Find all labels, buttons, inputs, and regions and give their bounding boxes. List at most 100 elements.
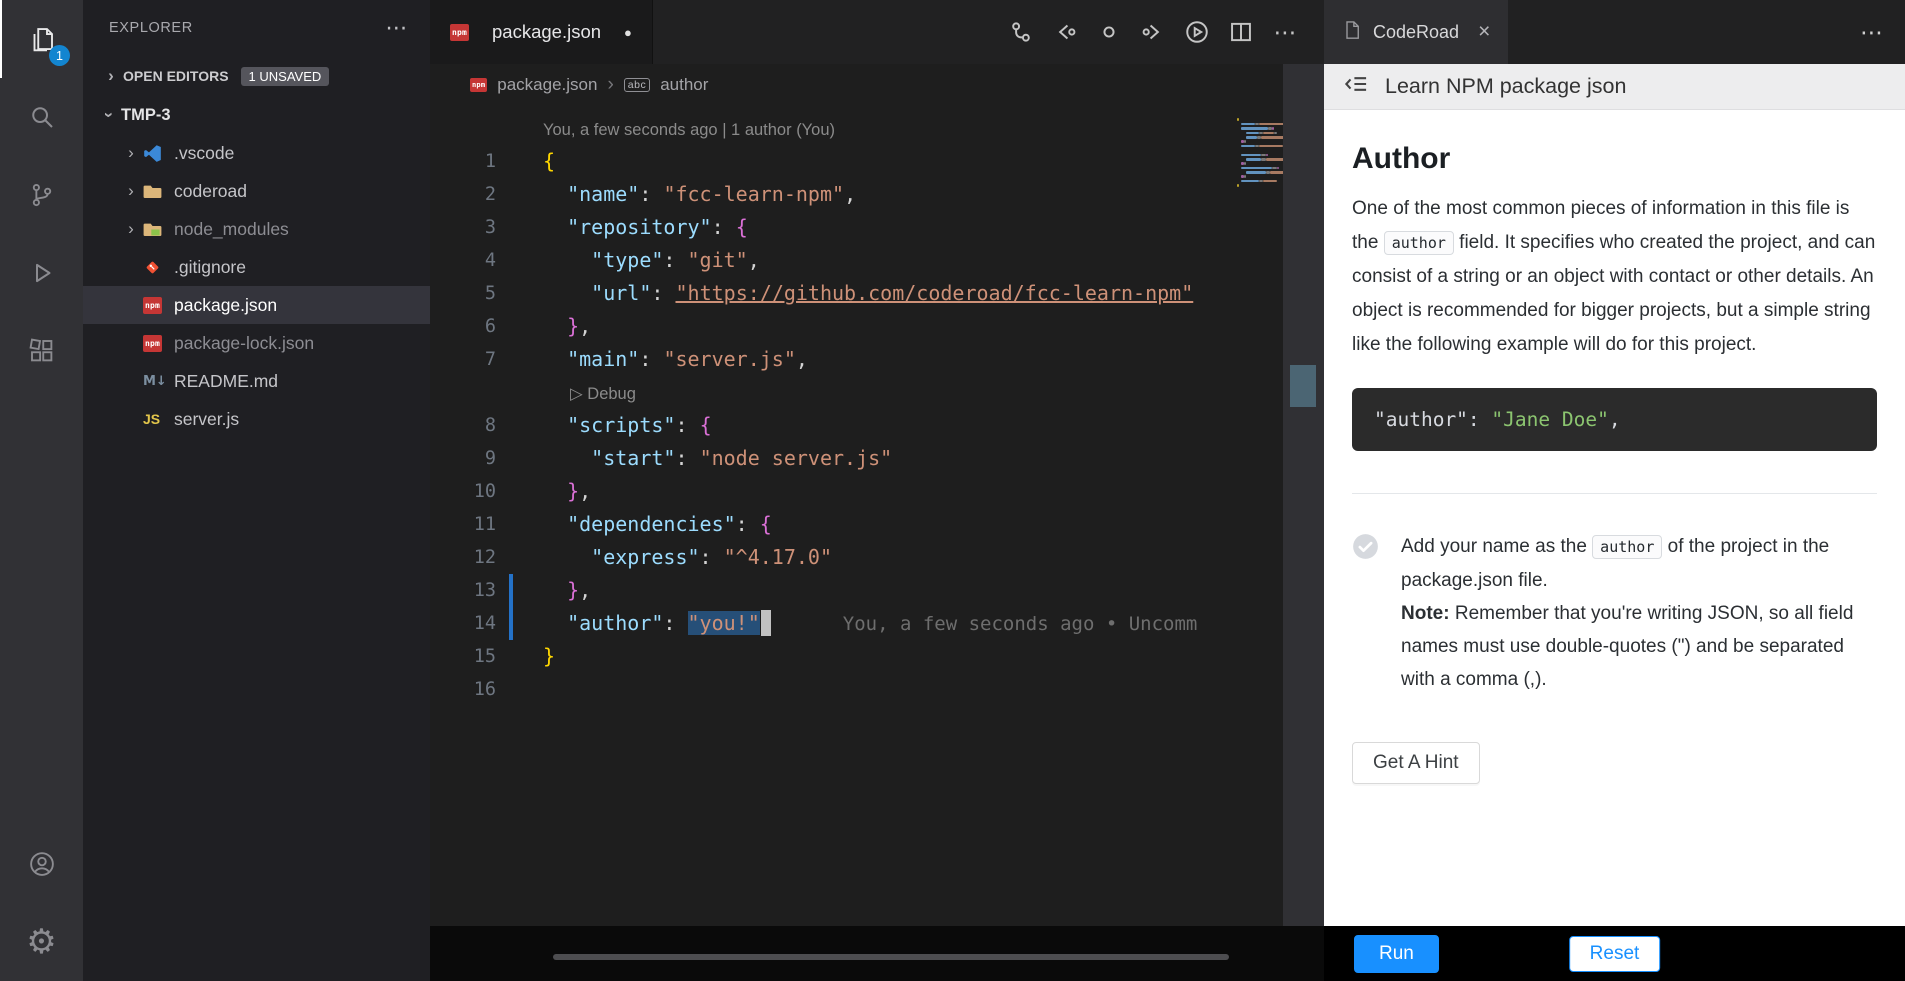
code-token: { bbox=[760, 512, 772, 536]
code-line-16[interactable]: 16 bbox=[430, 673, 1283, 706]
line-number: 11 bbox=[430, 508, 496, 541]
minimap-mark bbox=[1244, 140, 1246, 143]
minimap-mark bbox=[1261, 154, 1265, 157]
menu-back-icon[interactable] bbox=[1344, 71, 1370, 102]
folder-npm-icon bbox=[143, 220, 174, 239]
tree-item-vscode[interactable]: ›.vscode bbox=[83, 134, 430, 172]
minimap-mark bbox=[1263, 180, 1276, 183]
step-back-icon[interactable] bbox=[1048, 15, 1082, 49]
code-line-15[interactable]: 15} bbox=[430, 640, 1283, 673]
code-line-12[interactable]: 12 "express": "^4.17.0" bbox=[430, 541, 1283, 574]
inline-blame: You, a few seconds ago • Uncomm bbox=[843, 613, 1198, 635]
close-icon[interactable]: × bbox=[1478, 20, 1490, 44]
sidebar-more-icon[interactable]: ⋯ bbox=[385, 15, 408, 41]
code-line-13[interactable]: 13 }, bbox=[430, 574, 1283, 607]
activity-bar: 1 ⚙ bbox=[0, 0, 83, 981]
tab-package-json[interactable]: npm package.json ● bbox=[430, 0, 653, 64]
code-token: : bbox=[675, 446, 699, 470]
minimap-mark bbox=[1266, 158, 1283, 161]
code-token: "git" bbox=[688, 248, 748, 272]
panel-more-icon[interactable]: ⋯ bbox=[1860, 19, 1905, 46]
minimap-mark bbox=[1246, 136, 1257, 139]
breakpoint-icon[interactable] bbox=[1092, 15, 1126, 49]
lesson-body: Author One of the most common pieces of … bbox=[1324, 110, 1905, 926]
search-icon bbox=[27, 102, 57, 132]
code-line-7[interactable]: 7 "main": "server.js", bbox=[430, 343, 1283, 376]
modified-gutter-indicator bbox=[509, 607, 513, 640]
horizontal-scrollbar[interactable] bbox=[553, 954, 1229, 960]
code-token: } bbox=[567, 479, 579, 503]
tree-item-readme-md[interactable]: M↓README.md bbox=[83, 362, 430, 400]
code-line-2[interactable]: 2 "name": "fcc-learn-npm", bbox=[430, 178, 1283, 211]
code-token: : bbox=[1468, 408, 1491, 431]
code-line-1[interactable]: 1{ bbox=[430, 145, 1283, 178]
split-editor-icon[interactable] bbox=[1224, 15, 1258, 49]
code-line-3[interactable]: 3 "repository": { bbox=[430, 211, 1283, 244]
tree-item-coderoad[interactable]: ›coderoad bbox=[83, 172, 430, 210]
editor-scrollbar[interactable] bbox=[1283, 64, 1324, 926]
minimap[interactable] bbox=[1237, 114, 1283, 193]
minimap-mark bbox=[1244, 162, 1246, 165]
minimap-mark bbox=[1272, 167, 1276, 170]
debug-codelens[interactable]: ▷ Debug bbox=[570, 385, 636, 403]
code-line-8[interactable]: 8 "scripts": { bbox=[430, 409, 1283, 442]
code-token bbox=[543, 446, 591, 470]
activity-run-debug[interactable] bbox=[0, 234, 83, 312]
activity-extensions[interactable] bbox=[0, 312, 83, 390]
code-line-11[interactable]: 11 "dependencies": { bbox=[430, 508, 1283, 541]
code-token bbox=[543, 215, 567, 239]
step-forward-icon[interactable] bbox=[1136, 15, 1170, 49]
activity-search[interactable] bbox=[0, 78, 83, 156]
activity-source-control[interactable] bbox=[0, 156, 83, 234]
activity-accounts[interactable] bbox=[0, 825, 83, 903]
explorer-badge: 1 bbox=[49, 45, 70, 66]
code-token: "fcc-learn-npm" bbox=[663, 182, 844, 206]
run-circle-icon[interactable] bbox=[1180, 15, 1214, 49]
code-token: "type" bbox=[591, 248, 663, 272]
file-name: node_modules bbox=[174, 219, 289, 240]
blame-header[interactable]: You, a few seconds ago | 1 author (You) bbox=[543, 121, 835, 139]
run-button[interactable]: Run bbox=[1354, 935, 1439, 973]
code-token: : bbox=[639, 182, 663, 206]
breadcrumb-file[interactable]: package.json bbox=[497, 75, 597, 95]
reset-button[interactable]: Reset bbox=[1569, 936, 1661, 972]
tree-item-package-json[interactable]: npmpackage.json bbox=[83, 286, 430, 324]
breadcrumb-symbol[interactable]: author bbox=[660, 75, 708, 95]
line-number: 2 bbox=[430, 178, 496, 211]
code-token: : bbox=[700, 545, 724, 569]
activity-explorer[interactable]: 1 bbox=[0, 0, 83, 78]
code-line-9[interactable]: 9 "start": "node server.js" bbox=[430, 442, 1283, 475]
editor-tab-bar: npm package.json ● ⋯ bbox=[430, 0, 1324, 64]
workspace-root[interactable]: › TMP-3 bbox=[83, 96, 430, 134]
code-line-6[interactable]: 6 }, bbox=[430, 310, 1283, 343]
more-actions-icon[interactable]: ⋯ bbox=[1268, 15, 1302, 49]
code-token: , bbox=[1609, 408, 1621, 431]
code-token: : bbox=[639, 347, 663, 371]
code-editor[interactable]: You, a few seconds ago | 1 author (You) 1… bbox=[430, 106, 1324, 981]
code-line-5[interactable]: 5 "url": "https://github.com/coderoad/fc… bbox=[430, 277, 1283, 310]
sidebar-header: EXPLORER ⋯ bbox=[83, 0, 430, 56]
code-line-10[interactable]: 10 }, bbox=[430, 475, 1283, 508]
code-token bbox=[543, 545, 591, 569]
code-token: "author" bbox=[1374, 408, 1468, 431]
code-line-14[interactable]: 14 "author": "you!"You, a few seconds ag… bbox=[430, 607, 1283, 640]
tab-coderoad[interactable]: CodeRoad × bbox=[1324, 0, 1508, 64]
blame-annotation-row: You, a few seconds ago | 1 author (You) bbox=[430, 112, 1283, 145]
code-token: "author" bbox=[567, 611, 663, 635]
code-line-4[interactable]: 4 "type": "git", bbox=[430, 244, 1283, 277]
task-note: Note: Remember that you're writing JSON,… bbox=[1401, 597, 1877, 696]
code-token: : bbox=[736, 512, 760, 536]
line-number: 5 bbox=[430, 277, 496, 310]
git-graph-icon[interactable] bbox=[1004, 15, 1038, 49]
get-hint-button[interactable]: Get A Hint bbox=[1352, 742, 1480, 784]
tree-item-package-lock-json[interactable]: npmpackage-lock.json bbox=[83, 324, 430, 362]
tree-item-server-js[interactable]: JSserver.js bbox=[83, 400, 430, 438]
editor-group: npm package.json ● ⋯ npm package.json › … bbox=[430, 0, 1324, 981]
open-editors-header[interactable]: › OPEN EDITORS 1 UNSAVED bbox=[83, 56, 430, 96]
code-token bbox=[543, 182, 567, 206]
tree-item-node-modules[interactable]: ›node_modules bbox=[83, 210, 430, 248]
tree-item-gitignore[interactable]: .gitignore bbox=[83, 248, 430, 286]
code-token bbox=[543, 578, 567, 602]
activity-settings[interactable]: ⚙ bbox=[0, 903, 83, 981]
line-number: 6 bbox=[430, 310, 496, 343]
